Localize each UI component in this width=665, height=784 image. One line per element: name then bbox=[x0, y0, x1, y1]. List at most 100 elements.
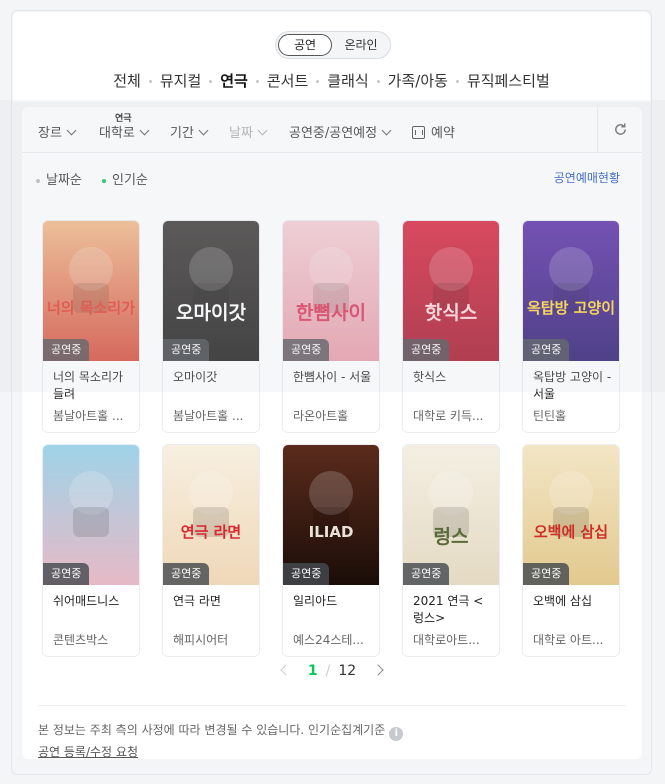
poster-title[interactable]: 오백에 삼십 bbox=[533, 593, 613, 610]
period-filter-label: 기간 bbox=[170, 126, 194, 141]
poster-title-art: 한뼘사이 bbox=[296, 302, 366, 324]
poster-title[interactable]: 쉬어매드니스 bbox=[53, 593, 133, 610]
next-page-icon[interactable] bbox=[372, 664, 384, 676]
footer-note: 본 정보는 주최 측의 사정에 따라 변경될 수 있습니다. 인기순집계기준 i bbox=[38, 721, 404, 741]
refresh-button[interactable] bbox=[597, 107, 642, 152]
register-link[interactable]: 공연 등록/수정 요청 bbox=[38, 743, 138, 760]
category-tab[interactable]: 뮤지컬 bbox=[160, 70, 201, 91]
separator-dot bbox=[255, 80, 259, 83]
status-badge: 공연중 bbox=[523, 339, 570, 361]
poster-venue: 틴틴홀 bbox=[533, 409, 567, 423]
poster-image: 한뼘사이 공연중 bbox=[283, 221, 379, 361]
status-badge: 공연중 bbox=[403, 563, 450, 585]
poster-image: 오마이갓 공연중 bbox=[163, 221, 259, 361]
poster-title[interactable]: 옥탑방 고양이 - 서울 bbox=[533, 369, 613, 403]
chevron-down-icon bbox=[198, 125, 209, 136]
pagination: 1 / 12 bbox=[22, 663, 642, 683]
prev-page-icon[interactable] bbox=[280, 664, 292, 676]
poster-card[interactable]: 오백에 삼십 공연중 오백에 삼십 대학로 아트... bbox=[522, 444, 620, 657]
region-filter[interactable]: 대학로 bbox=[99, 122, 150, 141]
poster-venue: 라온아트홀 bbox=[293, 409, 349, 423]
refresh-icon bbox=[615, 123, 626, 135]
category-tab[interactable]: 가족/아동 bbox=[388, 70, 448, 91]
category-tab[interactable]: 콘서트 bbox=[267, 70, 308, 91]
status-badge: 공연중 bbox=[403, 339, 450, 361]
poster-venue: 예스24스테... bbox=[293, 633, 364, 647]
naver-reserve-icon bbox=[412, 126, 425, 139]
category-tab[interactable]: 뮤직페스티벌 bbox=[467, 70, 550, 91]
segment-toggle: 공연 온라인 bbox=[275, 31, 391, 59]
poster-card[interactable]: 핫식스 공연중 핫식스 대학로 키득... bbox=[402, 220, 500, 433]
poster-title[interactable]: 일리아드 bbox=[293, 593, 373, 610]
poster-title[interactable]: 연극 라면 bbox=[173, 593, 253, 610]
poster-title[interactable]: 오마이갓 bbox=[173, 369, 253, 386]
poster-title-art: 핫식스 bbox=[425, 302, 477, 324]
status-badge: 공연중 bbox=[283, 339, 330, 361]
category-tab[interactable]: 전체 bbox=[113, 70, 141, 91]
sort-by-popular[interactable]: 인기순 bbox=[102, 169, 148, 188]
category-tabs: 전체 뮤지컬 연극 콘서트 클래식 가족/아동 뮤직페스티벌 bbox=[12, 70, 651, 91]
poster-title-art: 오마이갓 bbox=[176, 302, 246, 324]
status-filter-label: 공연중/공연예정 bbox=[289, 126, 378, 141]
separator-dot bbox=[209, 80, 213, 83]
category-tab[interactable]: 클래식 bbox=[327, 70, 368, 91]
region-filter-label: 대학로 bbox=[99, 126, 135, 141]
poster-image: 핫식스 공연중 bbox=[403, 221, 499, 361]
date-filter[interactable]: 날짜 bbox=[229, 122, 268, 141]
sort-by-date-label: 날짜순 bbox=[46, 173, 82, 188]
poster-card[interactable]: 한뼘사이 공연중 한뼘사이 - 서울 라온아트홀 bbox=[282, 220, 380, 433]
poster-title[interactable]: 너의 목소리가 들려 bbox=[53, 369, 133, 403]
sort-by-popular-label: 인기순 bbox=[112, 173, 148, 188]
separator-dot bbox=[316, 80, 320, 83]
results-card: 장르 연극 대학로 기간 날짜 공연중/공연예정 예약 날짜순 인기순 공연예매… bbox=[22, 107, 642, 759]
status-badge: 공연중 bbox=[283, 563, 330, 585]
period-filter[interactable]: 기간 bbox=[170, 122, 209, 141]
poster-image: 연극 라면 공연중 bbox=[163, 445, 259, 585]
poster-image: ILIAD 공연중 bbox=[283, 445, 379, 585]
status-badge: 공연중 bbox=[163, 339, 210, 361]
chevron-down-icon bbox=[66, 125, 77, 136]
status-filter[interactable]: 공연중/공연예정 bbox=[289, 122, 392, 141]
status-badge: 공연중 bbox=[163, 563, 210, 585]
chevron-down-icon bbox=[257, 125, 268, 136]
segment-performance[interactable]: 공연 bbox=[278, 34, 332, 56]
poster-card[interactable]: 공연중 쉬어매드니스 콘텐츠박스 bbox=[42, 444, 140, 657]
poster-venue: 봄날아트홀 ... bbox=[53, 409, 124, 423]
performance-panel: 공연 온라인 전체 뮤지컬 연극 콘서트 클래식 가족/아동 뮤직페스티벌 장르 연극 대학… bbox=[11, 10, 652, 775]
filter-bar: 장르 연극 대학로 기간 날짜 공연중/공연예정 예약 bbox=[22, 107, 642, 153]
poster-card[interactable]: 너의 목소리가 공연중 너의 목소리가 들려 봄날아트홀 ... bbox=[42, 220, 140, 433]
poster-venue: 대학로아트... bbox=[413, 633, 480, 647]
poster-image: 공연중 bbox=[43, 445, 139, 585]
poster-card[interactable]: 오마이갓 공연중 오마이갓 봄날아트홀 ... bbox=[162, 220, 260, 433]
footer-note-text: 본 정보는 주최 측의 사정에 따라 변경될 수 있습니다. 인기순집계기준 bbox=[38, 723, 386, 737]
poster-card[interactable]: 렁스 공연중 2021 연극 <렁스> 대학로아트... bbox=[402, 444, 500, 657]
poster-title-art: ILIAD bbox=[309, 523, 354, 541]
ticket-status-link[interactable]: 공연예매현황 bbox=[554, 169, 620, 186]
poster-title-art: 옥탑방 고양이 bbox=[527, 299, 615, 317]
poster-venue: 해피시어터 bbox=[173, 633, 229, 647]
genre-filter-label: 장르 bbox=[38, 126, 62, 141]
sort-by-date[interactable]: 날짜순 bbox=[36, 169, 82, 188]
poster-card[interactable]: 옥탑방 고양이 공연중 옥탑방 고양이 - 서울 틴틴홀 bbox=[522, 220, 620, 433]
poster-image: 렁스 공연중 bbox=[403, 445, 499, 585]
separator-dot bbox=[148, 80, 152, 83]
info-icon[interactable]: i bbox=[389, 727, 404, 741]
reserve-filter[interactable]: 예약 bbox=[412, 122, 455, 141]
status-badge: 공연중 bbox=[43, 339, 90, 361]
total-pages: 12 bbox=[338, 663, 357, 679]
poster-title-art: 연극 라면 bbox=[181, 523, 241, 541]
poster-venue: 봄날아트홀 ... bbox=[173, 409, 244, 423]
status-badge: 공연중 bbox=[523, 563, 570, 585]
reserve-filter-label: 예약 bbox=[431, 126, 455, 141]
genre-filter[interactable]: 장르 bbox=[38, 122, 77, 141]
segment-online[interactable]: 온라인 bbox=[334, 34, 388, 56]
poster-title[interactable]: 핫식스 bbox=[413, 369, 493, 386]
poster-title[interactable]: 2021 연극 <렁스> bbox=[413, 593, 493, 627]
page-separator: / bbox=[325, 663, 331, 679]
poster-venue: 대학로 키득... bbox=[413, 409, 484, 423]
poster-card[interactable]: ILIAD 공연중 일리아드 예스24스테... bbox=[282, 444, 380, 657]
poster-title[interactable]: 한뼘사이 - 서울 bbox=[293, 369, 373, 386]
poster-card[interactable]: 연극 라면 공연중 연극 라면 해피시어터 bbox=[162, 444, 260, 657]
bullet-icon bbox=[36, 178, 40, 183]
category-tab[interactable]: 연극 bbox=[220, 70, 248, 91]
